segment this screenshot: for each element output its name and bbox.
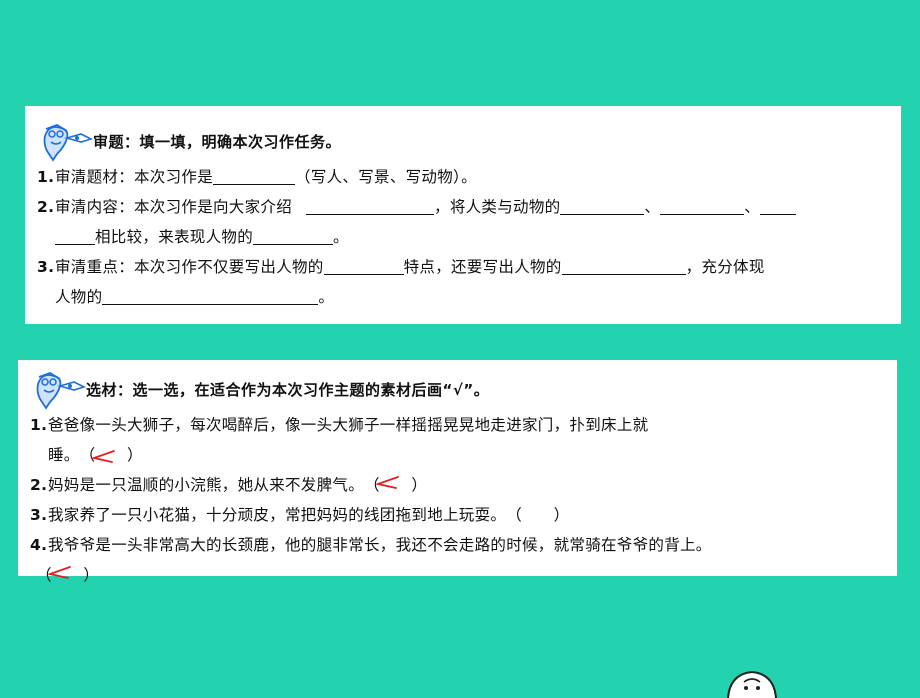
task-item-3: 3.审清重点：本次习作不仅要写出人物的 特点，还要写出人物的 ，充分体现 [37, 252, 889, 282]
answer-blank[interactable] [660, 196, 745, 215]
section-title: 审题：填一填，明确本次习作任务。 [93, 132, 342, 151]
task-item-2: 2.审清内容：本次习作是向大家介绍 ，将人类与动物的、、 [37, 192, 889, 222]
material-item-1: 1.爸爸像一头大狮子，每次喝醉后，像一头大狮子一样摇摇晃晃地走进家门，扑到床上就 [30, 410, 885, 440]
item-number: 3. [37, 258, 55, 276]
section-heading: 选材：选一选，在适合作为本次习作主题的素材后画“√”。 [30, 368, 885, 410]
answer-blank[interactable] [253, 226, 334, 245]
answer-blank[interactable] [323, 256, 404, 275]
material-item-4: 4.我爷爷是一头非常高大的长颈鹿，他的腿非常长，我还不会走路的时候，就常骑在爷爷… [30, 530, 885, 560]
item-number: 2. [30, 476, 48, 494]
section-heading: 审题：填一填，明确本次习作任务。 [37, 120, 889, 162]
check-mark-icon [374, 476, 399, 489]
material-item-2: 2.妈妈是一只温顺的小浣熊，她从来不发脾气。（ ） [30, 470, 885, 500]
section-title: 选材：选一选，在适合作为本次习作主题的素材后画“√”。 [86, 380, 490, 399]
task-item-3-continued: 人物的。 [55, 286, 335, 306]
pencil-mascot-icon [36, 372, 87, 410]
answer-blank[interactable] [560, 196, 645, 215]
item-number: 4. [30, 536, 48, 554]
material-item-4-continued: （ ） [30, 560, 885, 590]
task-item-2-continued: 相比较，来表现人物的。 [37, 222, 889, 252]
answer-parentheses[interactable]: （ ） [506, 500, 569, 530]
material-selection-card: 选材：选一选，在适合作为本次习作主题的素材后画“√”。 1.爸爸像一头大狮子，每… [18, 360, 897, 584]
item-number: 1. [37, 168, 55, 186]
task-review-card: 审题：填一填，明确本次习作任务。 1.审清题材：本次习作是 （写人、写景、写动物）… [25, 106, 901, 324]
answer-parentheses[interactable]: （ ） [80, 440, 143, 470]
pencil-mascot-icon [43, 124, 94, 162]
material-item-1-continued: 睡。（ ） [30, 440, 885, 470]
material-item-3: 3.我家养了一只小花猫，十分顽皮，常把妈妈的线团拖到地上玩耍。（ ） [30, 500, 885, 530]
check-mark-icon [46, 566, 71, 579]
item-number: 1. [30, 416, 48, 434]
answer-parentheses[interactable]: （ ） [36, 560, 99, 590]
answer-parentheses[interactable]: （ ） [364, 470, 427, 500]
item-number: 3. [30, 506, 48, 524]
answer-blank[interactable] [102, 286, 319, 305]
check-mark-icon [90, 450, 115, 463]
answer-blank[interactable] [306, 196, 435, 215]
answer-blank[interactable] [55, 226, 95, 245]
answer-blank[interactable] [561, 256, 686, 275]
task-item-1: 1.审清题材：本次习作是 （写人、写景、写动物）。 [37, 162, 889, 192]
mascot-head-icon [727, 670, 777, 698]
answer-blank[interactable] [760, 196, 797, 215]
item-number: 2. [37, 198, 55, 216]
answer-blank[interactable] [213, 166, 296, 185]
